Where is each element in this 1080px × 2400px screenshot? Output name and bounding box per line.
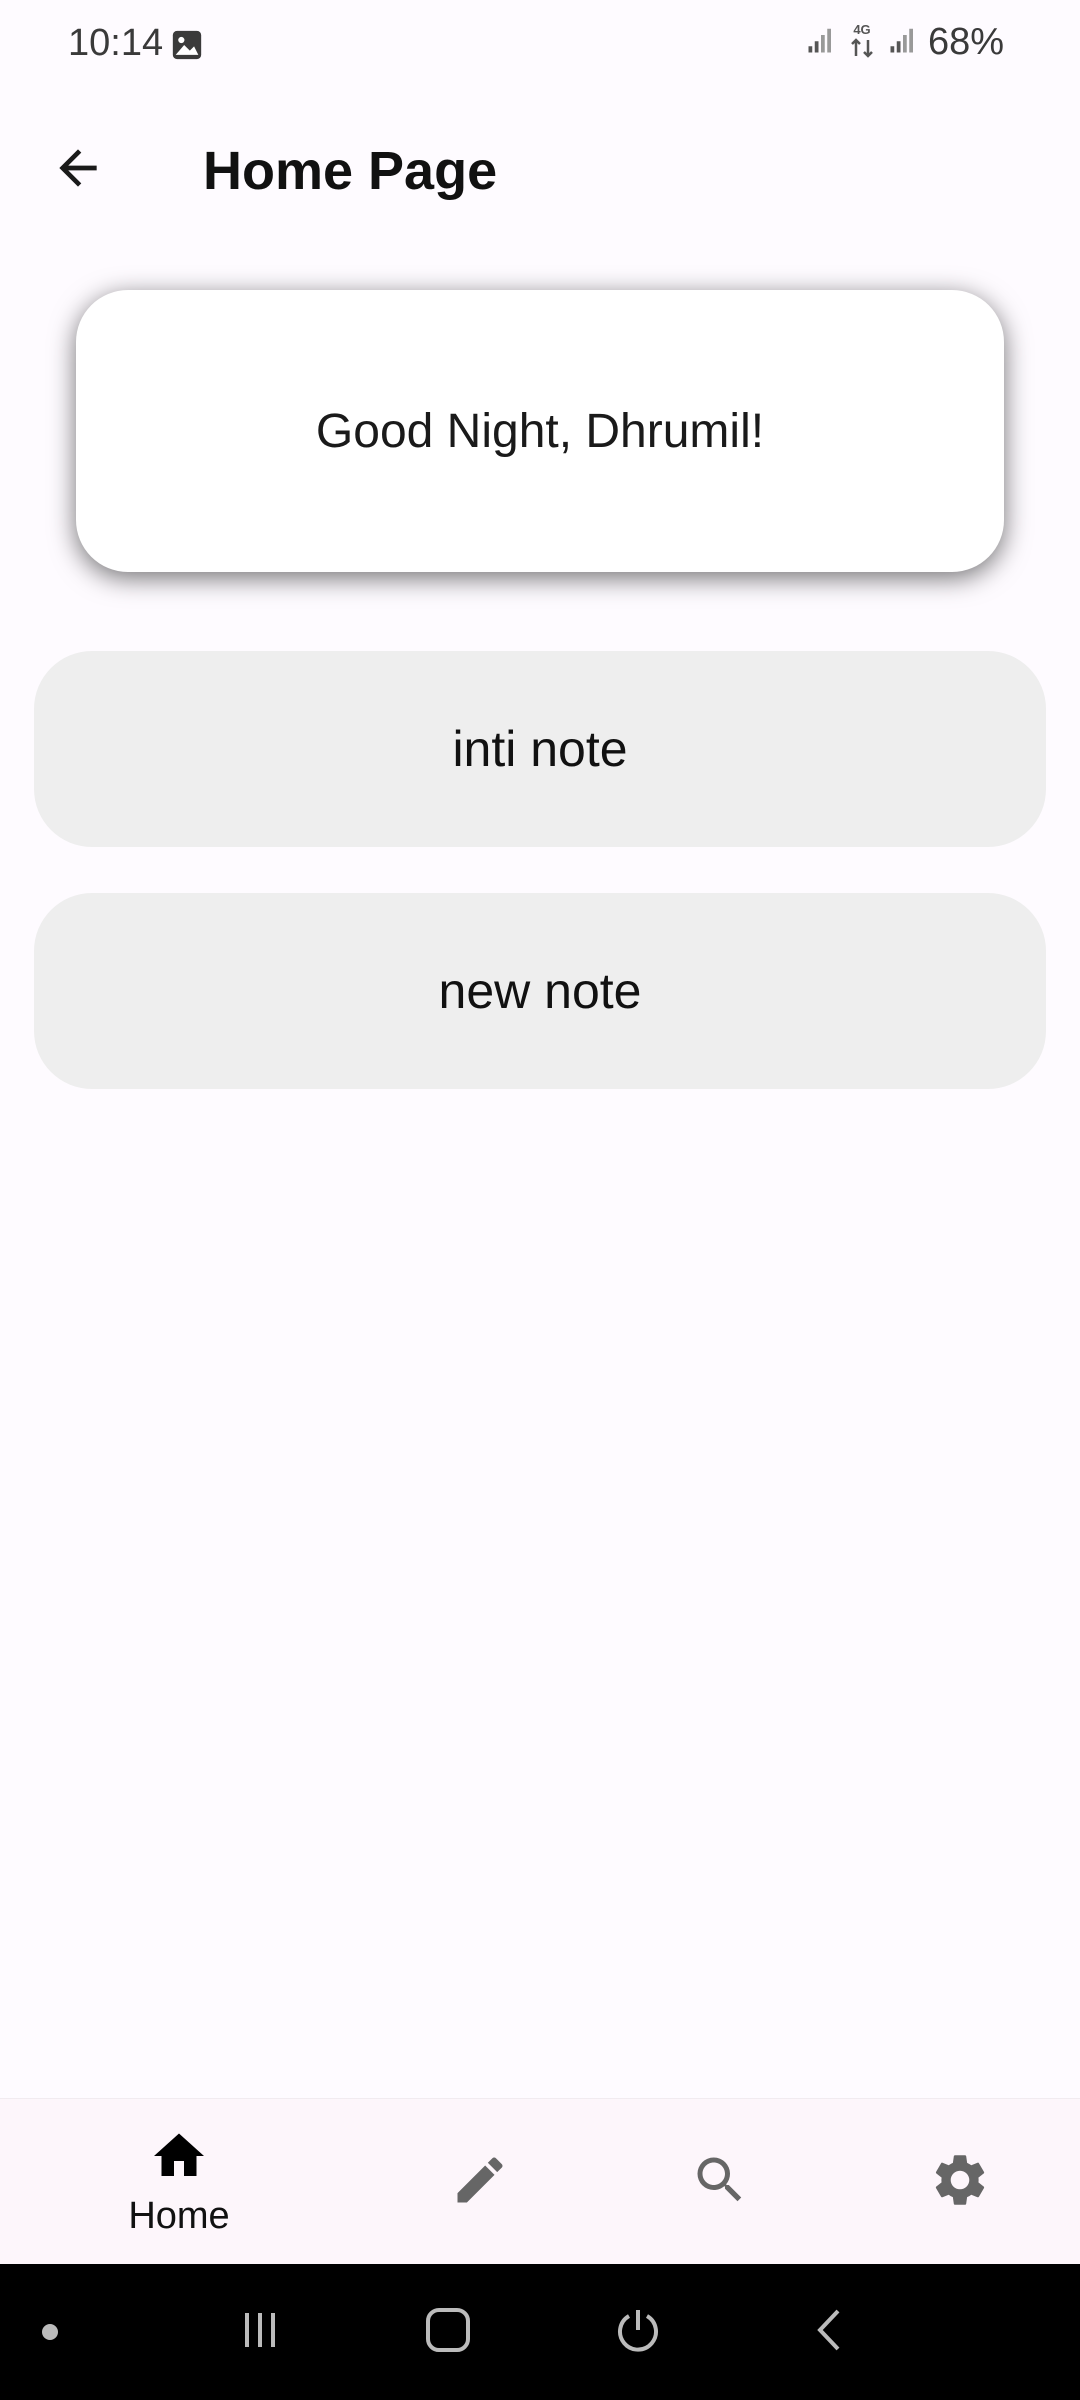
status-time: 10:14 xyxy=(68,22,164,64)
nav-item-settings[interactable] xyxy=(875,2099,1045,2265)
arrow-back-icon xyxy=(50,140,106,201)
back-system-button[interactable] xyxy=(790,2264,870,2400)
battery-percentage: 68% xyxy=(927,21,1004,63)
recent-apps-icon xyxy=(235,2305,285,2360)
status-indicators: 4G 68% xyxy=(806,20,1004,65)
note-title: inti note xyxy=(452,721,628,777)
gallery-icon xyxy=(170,28,204,62)
app-bar: Home Page xyxy=(0,110,1080,230)
edit-icon xyxy=(450,2150,510,2215)
network-label: 4G xyxy=(853,22,870,37)
signal-icon xyxy=(888,25,918,60)
settings-icon xyxy=(929,2149,991,2216)
system-navigation-bar xyxy=(0,2264,1080,2400)
network-4g-icon: 4G xyxy=(846,20,878,65)
status-bar: 10:14 4G 68% xyxy=(0,0,1080,92)
home-button-icon xyxy=(422,2304,474,2361)
back-button[interactable] xyxy=(42,134,114,206)
greeting-text: Good Night, Dhrumil! xyxy=(315,404,765,458)
home-system-button[interactable] xyxy=(408,2264,488,2400)
nav-item-edit[interactable] xyxy=(395,2099,565,2265)
search-icon xyxy=(690,2150,750,2215)
note-title: new note xyxy=(438,963,642,1019)
back-icon xyxy=(805,2305,855,2360)
signal-icon xyxy=(806,25,836,60)
greeting-card: Good Night, Dhrumil! xyxy=(76,290,1004,572)
nav-item-home[interactable]: Home xyxy=(94,2099,264,2265)
dot-icon xyxy=(30,2264,70,2400)
note-item-inti-note[interactable]: inti note xyxy=(34,651,1046,847)
page-title: Home Page xyxy=(203,141,498,201)
bottom-navigation: Home xyxy=(0,2098,1080,2265)
recent-apps-button[interactable] xyxy=(220,2264,300,2400)
note-item-new-note[interactable]: new note xyxy=(34,893,1046,1089)
power-icon xyxy=(610,2302,666,2363)
nav-label-home: Home xyxy=(128,2195,230,2237)
nav-item-search[interactable] xyxy=(635,2099,805,2265)
home-icon xyxy=(149,2126,209,2191)
power-button[interactable] xyxy=(598,2264,678,2400)
